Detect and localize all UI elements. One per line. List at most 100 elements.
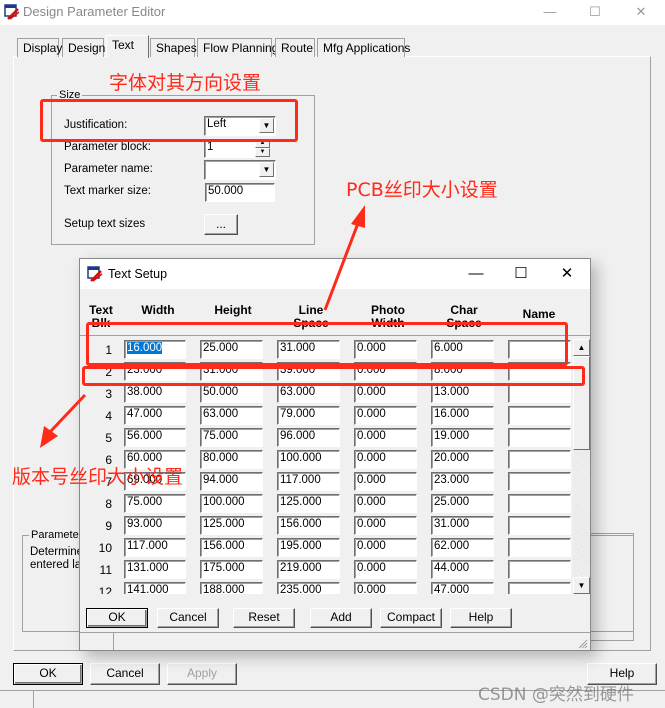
cell-line-space-input[interactable]: 235.000 bbox=[277, 582, 340, 594]
setup-text-sizes-button[interactable]: ... bbox=[204, 214, 238, 235]
cell-width-input[interactable]: 75.000 bbox=[124, 494, 186, 513]
cell-name-input[interactable] bbox=[508, 406, 571, 425]
close-button[interactable]: ✕ bbox=[626, 3, 656, 21]
cell-value: 75.000 bbox=[127, 496, 163, 508]
chevron-down-icon[interactable]: ▼ bbox=[259, 162, 274, 177]
cell-line-space-input[interactable]: 63.000 bbox=[277, 384, 340, 403]
cell-height-input[interactable]: 100.000 bbox=[200, 494, 263, 513]
cell-line-space-input[interactable]: 125.000 bbox=[277, 494, 340, 513]
cell-char-space-input[interactable]: 20.000 bbox=[431, 450, 494, 469]
cell-char-space-input[interactable]: 19.000 bbox=[431, 428, 494, 447]
cell-width-input[interactable]: 131.000 bbox=[124, 560, 186, 579]
tab-text[interactable]: Text bbox=[106, 35, 149, 58]
cell-name-input[interactable] bbox=[508, 560, 571, 579]
cell-name-input[interactable] bbox=[508, 516, 571, 535]
pcb-silkscreen-annotation: PCB丝印大小设置 bbox=[346, 179, 498, 201]
cell-height-input[interactable]: 80.000 bbox=[200, 450, 263, 469]
cell-photo-width-input[interactable]: 0.000 bbox=[354, 384, 417, 403]
scroll-down-icon[interactable]: ▼ bbox=[573, 577, 590, 594]
tab-mfg-applications[interactable]: Mfg Applications bbox=[317, 38, 410, 57]
dialog-minimize-button[interactable]: — bbox=[461, 265, 491, 283]
cell-name-input[interactable] bbox=[508, 538, 571, 557]
cell-char-space-input[interactable]: 62.000 bbox=[431, 538, 494, 557]
tab-flow-planning[interactable]: Flow Planning bbox=[197, 38, 278, 57]
dialog-maximize-button[interactable]: ☐ bbox=[506, 265, 536, 283]
cell-height-input[interactable]: 63.000 bbox=[200, 406, 263, 425]
cell-height-input[interactable]: 156.000 bbox=[200, 538, 263, 557]
dialog-help-button[interactable]: Help bbox=[450, 608, 512, 628]
cell-char-space-input[interactable]: 16.000 bbox=[431, 406, 494, 425]
cell-value: 79.000 bbox=[280, 408, 316, 420]
cell-line-space-input[interactable]: 100.000 bbox=[277, 450, 340, 469]
cell-name-input[interactable] bbox=[508, 428, 571, 447]
cell-photo-width-input[interactable]: 0.000 bbox=[354, 582, 417, 594]
minimize-button[interactable]: — bbox=[535, 3, 565, 21]
cell-width-input[interactable]: 56.000 bbox=[124, 428, 186, 447]
cell-width-input[interactable]: 93.000 bbox=[124, 516, 186, 535]
cell-value: 19.000 bbox=[434, 430, 470, 442]
cell-value: 100.000 bbox=[203, 496, 245, 508]
cell-char-space-input[interactable]: 47.000 bbox=[431, 582, 494, 594]
maximize-button[interactable]: ☐ bbox=[580, 3, 610, 21]
text-marker-size-input[interactable]: 50.000 bbox=[205, 183, 275, 202]
cell-photo-width-input[interactable]: 0.000 bbox=[354, 516, 417, 535]
cell-value: 0.000 bbox=[357, 496, 386, 508]
cell-value: 100.000 bbox=[280, 452, 322, 464]
compact-button[interactable]: Compact bbox=[380, 608, 442, 628]
parameter-name-select[interactable]: ▼ bbox=[204, 160, 276, 180]
cancel-button[interactable]: Cancel bbox=[90, 663, 160, 685]
cell-char-space-input[interactable]: 13.000 bbox=[431, 384, 494, 403]
spin-down-icon[interactable]: ▼ bbox=[255, 148, 270, 157]
cell-photo-width-input[interactable]: 0.000 bbox=[354, 538, 417, 557]
add-button[interactable]: Add bbox=[310, 608, 372, 628]
ok-button[interactable]: OK bbox=[13, 663, 83, 685]
apply-button[interactable]: Apply bbox=[167, 663, 237, 685]
cell-photo-width-input[interactable]: 0.000 bbox=[354, 450, 417, 469]
cell-photo-width-input[interactable]: 0.000 bbox=[354, 406, 417, 425]
cell-width-input[interactable]: 117.000 bbox=[124, 538, 186, 557]
resize-grip-icon[interactable] bbox=[577, 638, 588, 649]
cell-width-input[interactable]: 38.000 bbox=[124, 384, 186, 403]
cell-line-space-input[interactable]: 156.000 bbox=[277, 516, 340, 535]
cell-name-input[interactable] bbox=[508, 450, 571, 469]
cell-height-input[interactable]: 75.000 bbox=[200, 428, 263, 447]
cell-char-space-input[interactable]: 44.000 bbox=[431, 560, 494, 579]
cell-height-input[interactable]: 188.000 bbox=[200, 582, 263, 594]
reset-button[interactable]: Reset bbox=[233, 608, 295, 628]
cell-char-space-input[interactable]: 31.000 bbox=[431, 516, 494, 535]
cell-line-space-input[interactable]: 219.000 bbox=[277, 560, 340, 579]
cell-line-space-input[interactable]: 117.000 bbox=[277, 472, 340, 491]
cell-height-input[interactable]: 50.000 bbox=[200, 384, 263, 403]
table-row: 11 131.000 175.000 219.000 0.000 44.000 bbox=[80, 560, 590, 582]
tab-shapes[interactable]: Shapes bbox=[150, 38, 197, 57]
cell-name-input[interactable] bbox=[508, 494, 571, 513]
cell-line-space-input[interactable]: 195.000 bbox=[277, 538, 340, 557]
cell-height-input[interactable]: 175.000 bbox=[200, 560, 263, 579]
cell-line-space-input[interactable]: 96.000 bbox=[277, 428, 340, 447]
tab-display[interactable]: Display bbox=[17, 38, 62, 57]
cell-height-input[interactable]: 94.000 bbox=[200, 472, 263, 491]
scroll-up-icon[interactable]: ▲ bbox=[573, 339, 590, 356]
cell-value: 188.000 bbox=[203, 584, 245, 594]
cell-name-input[interactable] bbox=[508, 582, 571, 594]
cell-photo-width-input[interactable]: 0.000 bbox=[354, 494, 417, 513]
cell-width-input[interactable]: 141.000 bbox=[124, 582, 186, 594]
dialog-status-bar bbox=[80, 632, 590, 650]
cell-line-space-input[interactable]: 79.000 bbox=[277, 406, 340, 425]
cell-photo-width-input[interactable]: 0.000 bbox=[354, 560, 417, 579]
dialog-ok-button[interactable]: OK bbox=[86, 608, 148, 628]
col-header-width: Width bbox=[141, 303, 175, 317]
cell-width-input[interactable]: 47.000 bbox=[124, 406, 186, 425]
tab-route[interactable]: Route bbox=[275, 38, 315, 57]
cell-char-space-input[interactable]: 23.000 bbox=[431, 472, 494, 491]
cell-height-input[interactable]: 125.000 bbox=[200, 516, 263, 535]
dialog-close-button[interactable]: ✕ bbox=[552, 265, 582, 283]
cell-photo-width-input[interactable]: 0.000 bbox=[354, 472, 417, 491]
cell-photo-width-input[interactable]: 0.000 bbox=[354, 428, 417, 447]
parameter-groupbox-inner bbox=[588, 533, 634, 641]
cell-name-input[interactable] bbox=[508, 384, 571, 403]
dialog-cancel-button[interactable]: Cancel bbox=[157, 608, 219, 628]
cell-char-space-input[interactable]: 25.000 bbox=[431, 494, 494, 513]
tab-design[interactable]: Design bbox=[62, 38, 105, 57]
cell-name-input[interactable] bbox=[508, 472, 571, 491]
